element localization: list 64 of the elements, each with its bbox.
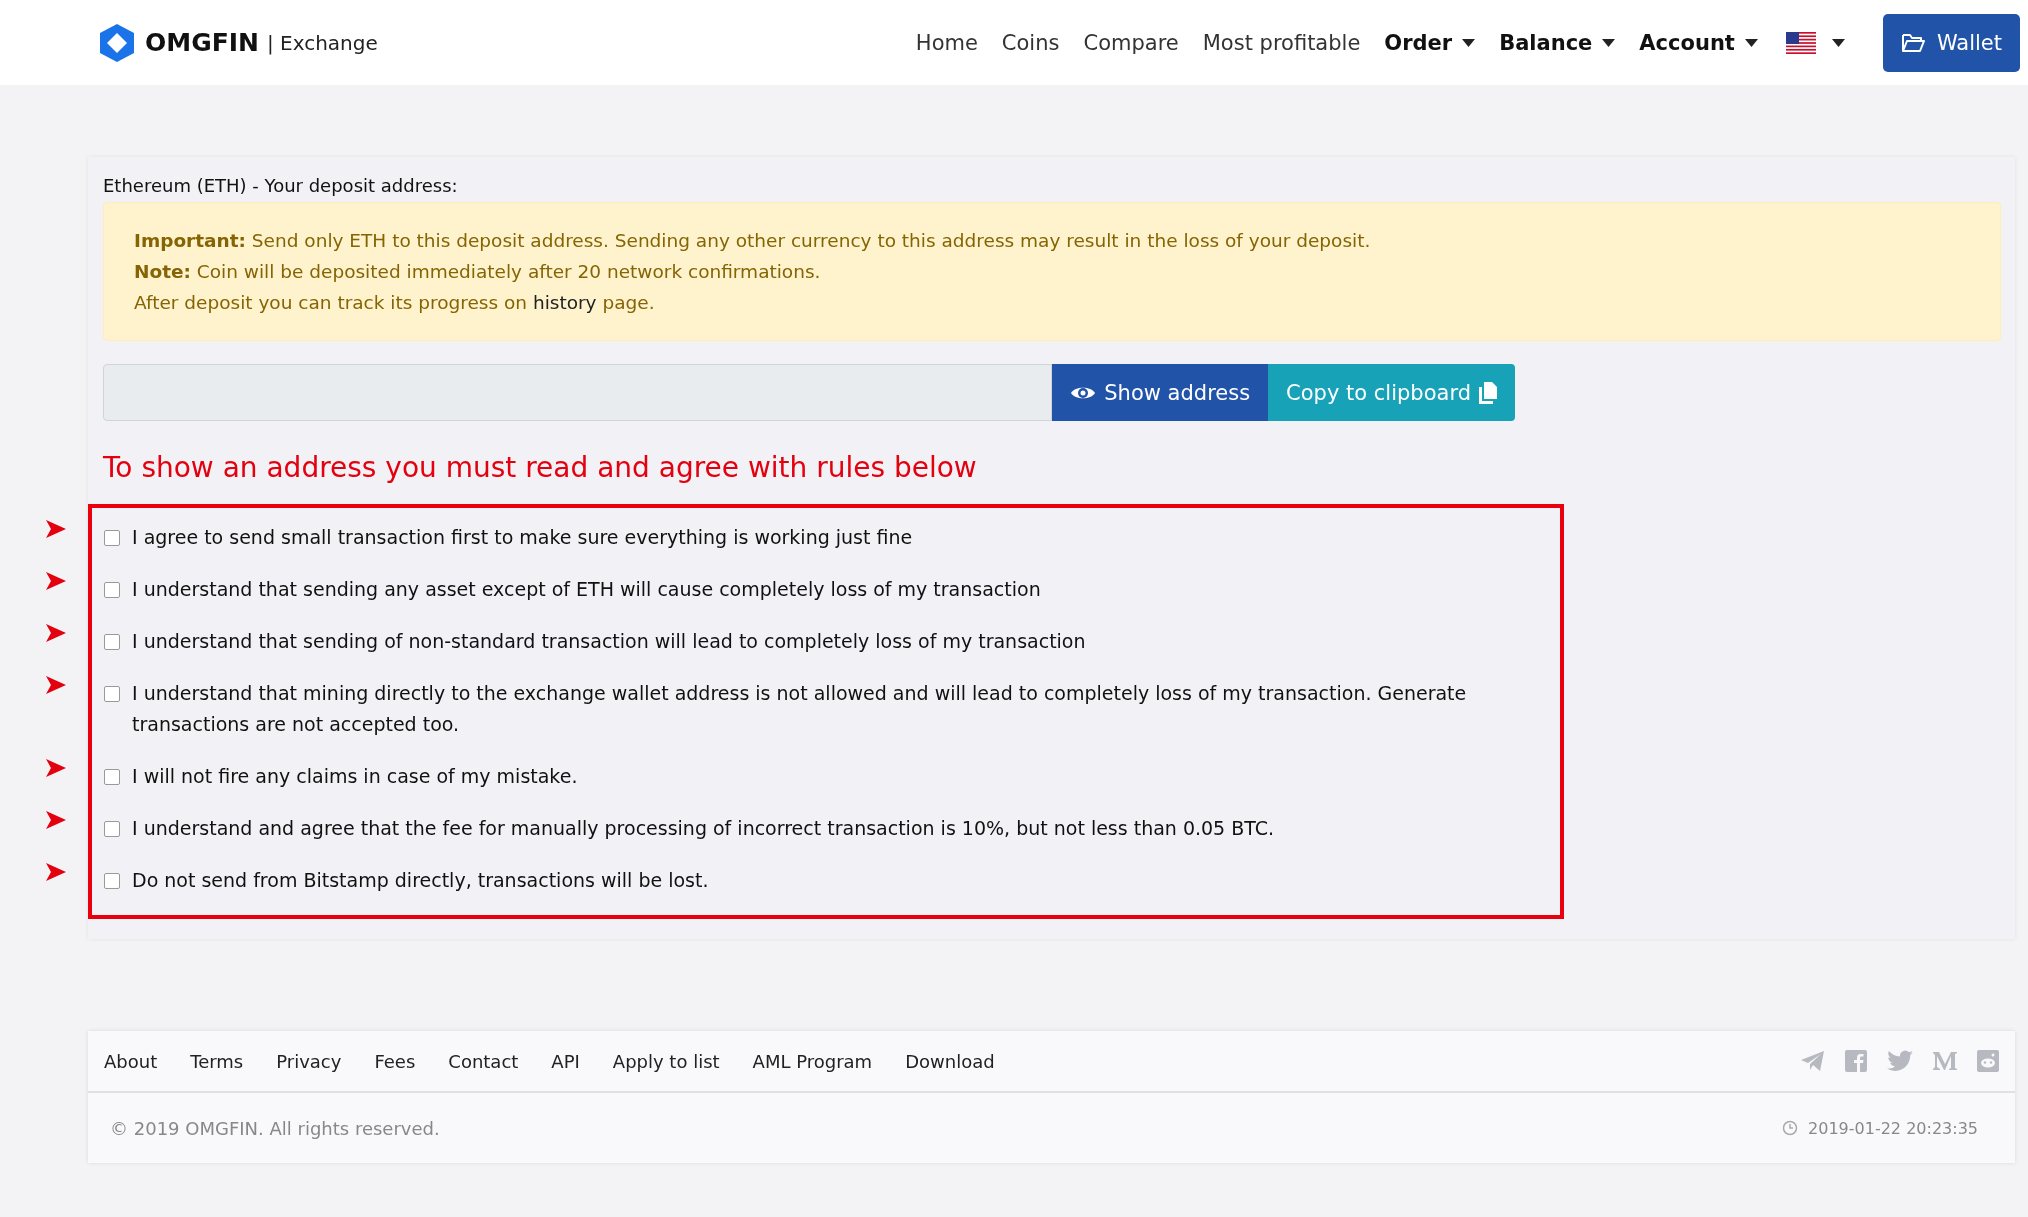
caret-icon [1744, 38, 1758, 47]
copyright-text: © 2019 OMGFIN. All rights reserved. [110, 1117, 440, 1139]
arrow-icon [46, 520, 66, 538]
flag-icon[interactable] [1785, 31, 1816, 54]
show-address-button[interactable]: Show address [1052, 364, 1269, 421]
nav-link[interactable]: Home [915, 30, 978, 55]
arrow-icon [46, 863, 66, 881]
rule-text: I understand that sending of non-standard transaction will lead to completely loss of my transaction [132, 629, 1086, 654]
rule-checkbox[interactable] [104, 873, 120, 889]
rule-checkbox[interactable] [104, 582, 120, 598]
footer-link[interactable]: Privacy [276, 1050, 342, 1072]
rule-checkbox[interactable] [104, 821, 120, 837]
alert-text: After deposit you can track its progress on history page. [134, 291, 656, 315]
nav-link[interactable]: Most profitable [1202, 30, 1361, 55]
reddit-icon[interactable] [1977, 1050, 1999, 1072]
medium-icon[interactable] [1933, 1051, 1957, 1071]
caret-icon [1831, 38, 1845, 47]
rule-text: Do not send from Bitstamp directly, transactions will be lost. [132, 868, 709, 893]
twitter-icon[interactable] [1887, 1050, 1913, 1072]
arrow-icon [46, 811, 66, 829]
footer-link[interactable]: API [551, 1050, 580, 1072]
wallet-button[interactable]: Wallet [1882, 13, 2020, 72]
clock-icon [1782, 1120, 1799, 1136]
footer-link[interactable]: Terms [190, 1050, 244, 1072]
logo-icon [97, 22, 137, 63]
brand-name: OMGFIN [145, 28, 259, 57]
address-field[interactable] [103, 364, 1053, 421]
alert-text: Important: Send only ETH to this deposit address. Sending any other currency to this address may result in the loss of your deposit. [134, 229, 1372, 253]
nav-dropdown[interactable]: Order [1384, 30, 1476, 55]
alert-text: Note: Coin will be deposited immediately after 20 network confirmations. [134, 260, 822, 284]
rule-checkbox[interactable] [104, 686, 120, 702]
rule-checkbox[interactable] [104, 634, 120, 650]
telegram-icon[interactable] [1801, 1051, 1825, 1071]
nav-link[interactable]: Coins [1001, 30, 1060, 55]
rule-text: I agree to send small transaction first to make sure everything is working just fine [132, 525, 913, 550]
arrow-icon [46, 572, 66, 590]
rule-text: I understand that mining directly to the exchange wallet address is not allowed and will lead to completely loss of my transaction. Generate transactions are not accepted too. [132, 681, 1468, 737]
footer-link[interactable]: Contact [448, 1050, 519, 1072]
brand-suffix: | Exchange [266, 30, 378, 55]
caret-icon [1462, 38, 1476, 47]
nav-dropdown[interactable]: Balance [1499, 30, 1616, 55]
deposit-title: Ethereum (ETH) - Your deposit address: [103, 175, 459, 196]
rule-text: I understand and agree that the fee for manually processing of incorrect transaction is 10%, but not less than 0.05 BTC. [132, 816, 1275, 841]
footer-link[interactable]: Download [905, 1050, 995, 1072]
arrow-icon [46, 676, 66, 694]
caret-icon [1602, 38, 1616, 47]
facebook-icon[interactable] [1845, 1050, 1867, 1072]
footer-link[interactable]: AML Program [752, 1050, 873, 1072]
timestamp: 2019-01-22 20:23:35 [1808, 1118, 1978, 1138]
rule-checkbox[interactable] [104, 769, 120, 785]
history-link[interactable]: history [532, 292, 597, 313]
rules-warning: To show an address you must read and agree with rules below [103, 451, 978, 484]
rule-checkbox[interactable] [104, 530, 120, 546]
folder-icon [1900, 32, 1925, 53]
rule-text: I understand that sending any asset except of ETH will cause completely loss of my transaction [132, 577, 1041, 602]
footer-link[interactable]: Fees [374, 1050, 416, 1072]
copy-icon [1479, 381, 1497, 404]
nav-dropdown[interactable]: Account [1639, 30, 1758, 55]
arrow-icon [46, 759, 66, 777]
footer-link[interactable]: About [104, 1050, 158, 1072]
footer-link[interactable]: Apply to list [612, 1050, 720, 1072]
arrow-icon [46, 624, 66, 642]
nav-link[interactable]: Compare [1083, 30, 1179, 55]
rule-text: I will not fire any claims in case of my mistake. [132, 764, 578, 789]
